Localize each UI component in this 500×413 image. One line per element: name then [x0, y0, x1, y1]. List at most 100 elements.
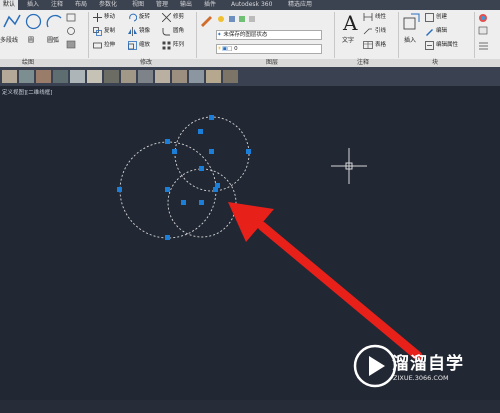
palette-swatch[interactable] [223, 70, 238, 83]
palette-swatch[interactable] [36, 70, 51, 83]
tab-view[interactable]: 视图 [129, 0, 147, 10]
layer-panel-title[interactable]: 图层 [266, 59, 278, 67]
create-block-icon[interactable] [425, 13, 434, 22]
grip-handle[interactable] [246, 149, 251, 154]
tab-addins[interactable]: 插件 [201, 0, 219, 10]
layer-toolbar-icons[interactable] [217, 15, 327, 23]
current-layer-dropdown[interactable]: ☀▣□ 0 [216, 44, 322, 54]
palette-swatch[interactable] [53, 70, 68, 83]
palette-swatch[interactable] [19, 70, 34, 83]
table-icon[interactable] [363, 41, 373, 49]
copy-label[interactable]: 复制 [104, 27, 115, 35]
edit-attribute-icon[interactable] [425, 41, 434, 50]
panel-separator [334, 12, 335, 58]
crosshair-cursor [331, 148, 367, 184]
tab-annotate[interactable]: 注释 [48, 0, 66, 10]
array-label[interactable]: 阵列 [173, 41, 184, 49]
mirror-label[interactable]: 镜像 [139, 27, 150, 35]
draw-small-tools-icon[interactable] [66, 13, 76, 53]
linear-dim-icon[interactable] [363, 13, 373, 21]
palette-swatch[interactable] [70, 70, 85, 83]
tab-insert[interactable]: 插入 [24, 0, 42, 10]
modify-panel-title[interactable]: 修改 [140, 59, 152, 67]
block-panel-title[interactable]: 块 [432, 59, 438, 67]
tab-manage[interactable]: 管理 [153, 0, 171, 10]
rotate-label[interactable]: 旋转 [139, 13, 150, 21]
mirror-icon[interactable] [128, 27, 137, 36]
draw-panel-title[interactable]: 绘图 [22, 59, 34, 67]
move-label[interactable]: 移动 [104, 13, 115, 21]
tab-autodesk360[interactable]: Autodesk 360 [228, 0, 275, 10]
text-icon[interactable]: A [343, 12, 357, 34]
trim-label[interactable]: 修剪 [173, 13, 184, 21]
stretch-icon[interactable] [93, 41, 102, 50]
panel-separator [398, 12, 399, 58]
grip-handle[interactable] [165, 139, 170, 144]
scale-icon[interactable] [128, 41, 137, 50]
ribbon-tab-bar: 默认 插入 注释 布局 参数化 视图 管理 输出 插件 Autodesk 360… [0, 0, 500, 10]
tab-layout[interactable]: 布局 [72, 0, 90, 10]
array-icon[interactable] [162, 41, 171, 50]
tool-palette-strip [0, 67, 500, 86]
palette-swatch[interactable] [206, 70, 221, 83]
palette-swatch[interactable] [172, 70, 187, 83]
grip-handle[interactable] [209, 115, 214, 120]
grip-handle[interactable] [165, 187, 170, 192]
grip-handle[interactable] [165, 235, 170, 240]
tab-default[interactable]: 默认 [0, 0, 19, 10]
leader-icon[interactable] [363, 27, 373, 35]
move-icon[interactable] [93, 13, 102, 22]
linear-label[interactable]: 线性 [375, 13, 386, 21]
leader-label[interactable]: 引线 [375, 27, 386, 35]
trim-icon[interactable] [162, 13, 171, 22]
arc-button-label[interactable]: 圆弧 [47, 37, 59, 45]
circle-icon[interactable] [25, 13, 42, 30]
grip-handle[interactable] [215, 183, 220, 188]
rotate-icon[interactable] [128, 13, 137, 22]
grip-handle[interactable] [198, 129, 203, 134]
grip-handle[interactable] [199, 200, 204, 205]
scale-label[interactable]: 缩放 [139, 41, 150, 49]
edit-block-icon[interactable] [425, 27, 434, 36]
tab-output[interactable]: 输出 [177, 0, 195, 10]
grip-handle[interactable] [209, 149, 214, 154]
watermark-title: 溜溜自学 [392, 354, 464, 374]
table-label[interactable]: 表格 [375, 41, 386, 49]
grip-handle[interactable] [199, 166, 204, 171]
palette-swatch[interactable] [155, 70, 170, 83]
fillet-icon[interactable] [162, 27, 171, 36]
polyline-button-label[interactable]: 多段线 [0, 37, 18, 45]
palette-swatch[interactable] [189, 70, 204, 83]
insert-button-label[interactable]: 插入 [404, 37, 416, 45]
edit-attribute-label[interactable]: 编辑属性 [436, 41, 458, 49]
layer-properties-icon[interactable] [200, 13, 214, 27]
layer-state-dropdown[interactable]: ✦ 未保存的图层状态 [216, 30, 322, 40]
circle-button-label[interactable]: 圆 [28, 37, 34, 45]
insert-block-icon[interactable] [403, 13, 420, 30]
red-arrow-annotation [228, 202, 423, 361]
palette-swatch[interactable] [87, 70, 102, 83]
copy-icon[interactable] [93, 27, 102, 36]
tab-featured-apps[interactable]: 精选应用 [285, 0, 315, 10]
stretch-label[interactable]: 拉伸 [104, 41, 115, 49]
text-button-label[interactable]: 文字 [342, 37, 354, 45]
fillet-label[interactable]: 圆角 [173, 27, 184, 35]
grip-handle[interactable] [117, 187, 122, 192]
panel-separator [196, 12, 197, 58]
edit-label[interactable]: 编辑 [436, 27, 447, 35]
grip-handle[interactable] [172, 149, 177, 154]
annotation-panel-title[interactable]: 注释 [357, 59, 369, 67]
palette-swatch[interactable] [2, 70, 17, 83]
palette-swatch[interactable] [121, 70, 136, 83]
properties-icons[interactable] [478, 13, 498, 53]
watermark-url: ZIXUE.3066.COM [393, 374, 449, 382]
grip-handle[interactable] [181, 200, 186, 205]
arc-icon[interactable] [46, 13, 63, 30]
palette-swatch[interactable] [138, 70, 153, 83]
tab-parametric[interactable]: 参数化 [96, 0, 120, 10]
create-label[interactable]: 创建 [436, 13, 447, 21]
palette-swatch[interactable] [104, 70, 119, 83]
polyline-icon[interactable] [3, 13, 21, 29]
layer-state-text: 未保存的图层状态 [223, 32, 268, 38]
current-layer-text: 0 [234, 46, 238, 52]
